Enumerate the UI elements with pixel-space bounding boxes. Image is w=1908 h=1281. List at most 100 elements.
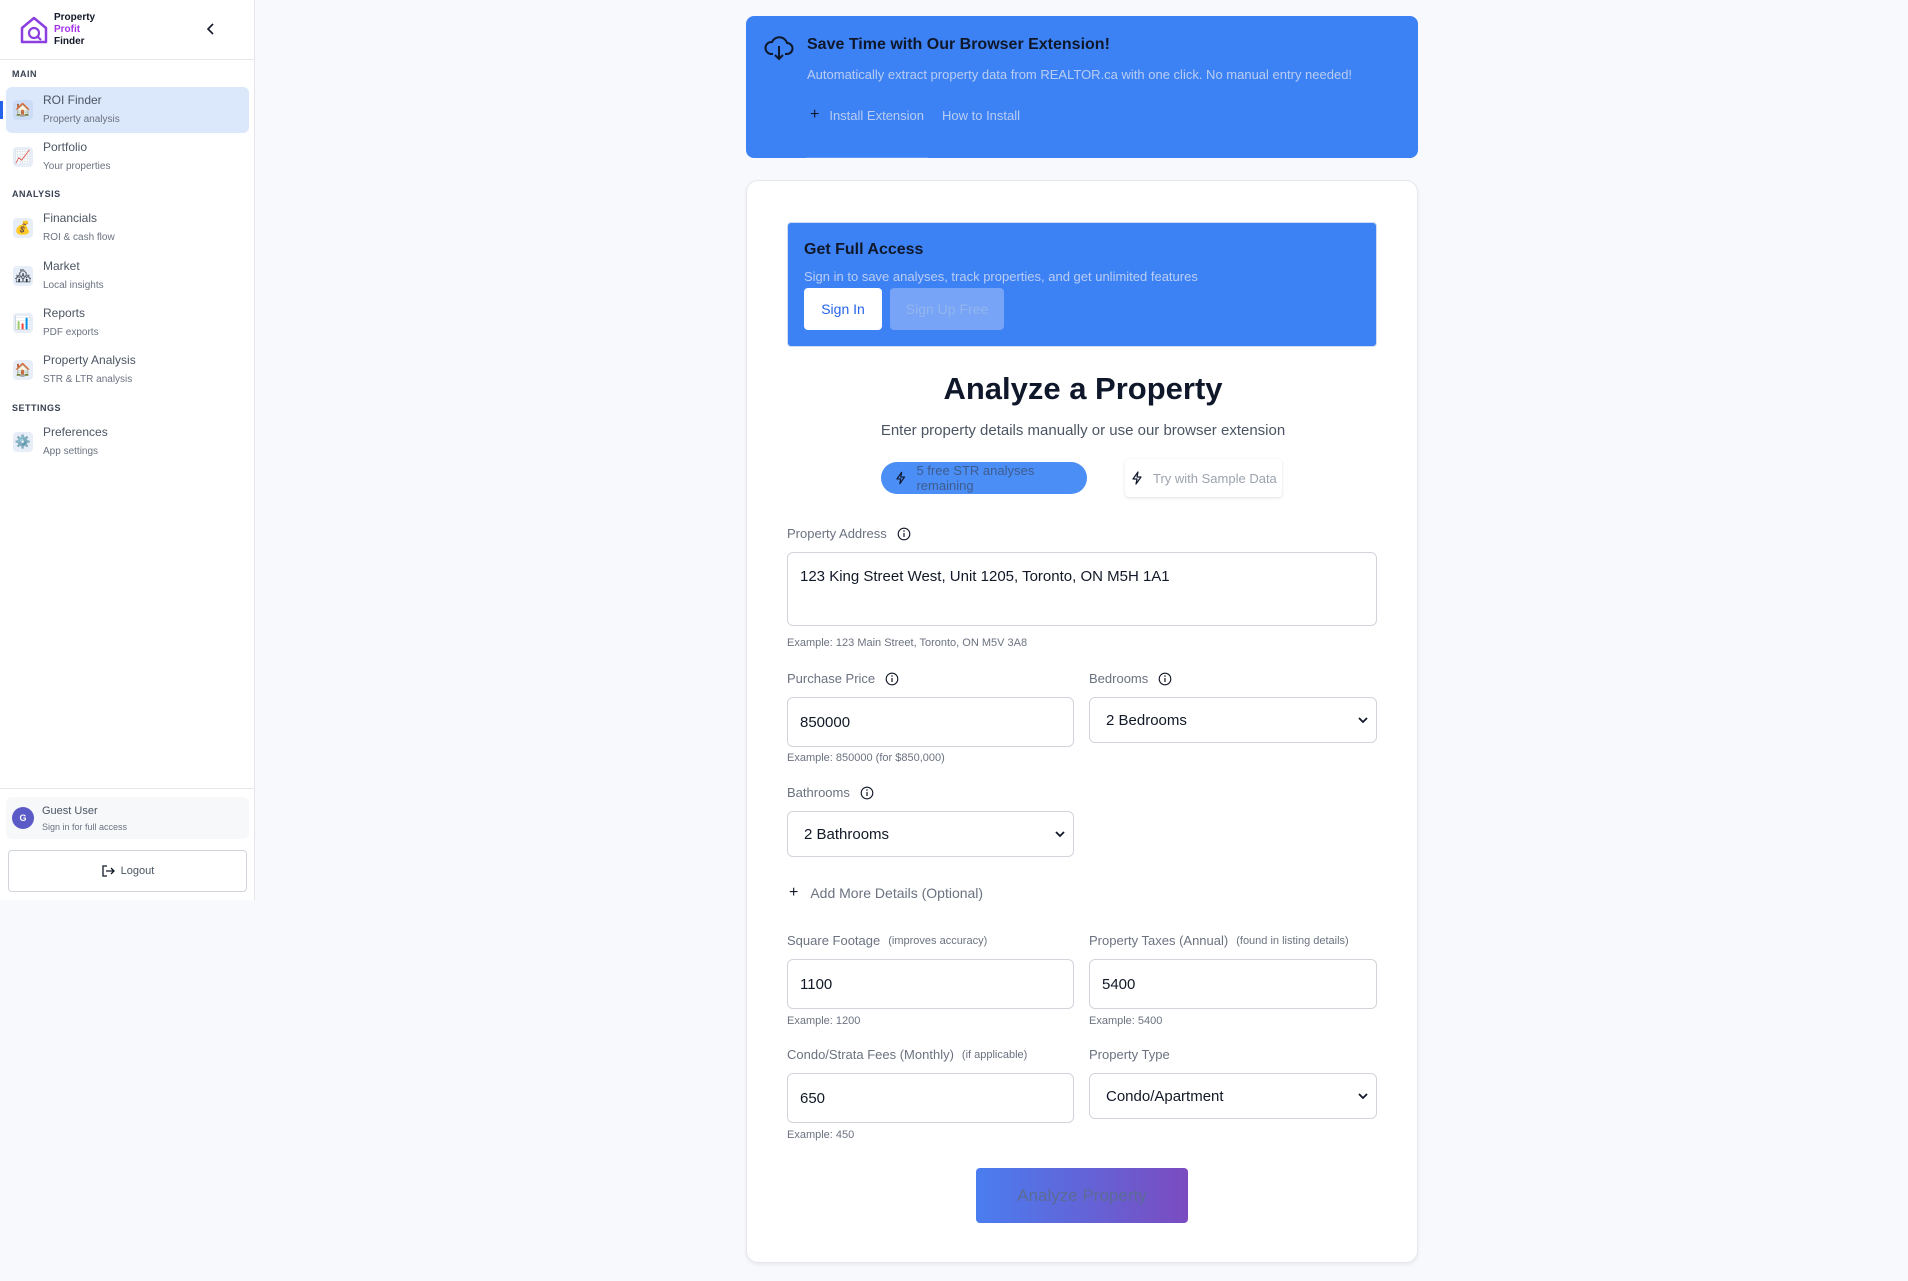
chevron-left-icon xyxy=(206,23,214,35)
property-type-select[interactable]: Condo/Apartment xyxy=(1089,1073,1377,1119)
divider xyxy=(0,788,254,789)
address-input[interactable]: 123 King Street West, Unit 1205, Toronto… xyxy=(787,552,1377,626)
bedrooms-label: Bedrooms xyxy=(1089,671,1172,686)
logo[interactable]: Property Profit Finder xyxy=(0,0,254,60)
sidebar-item-sub: Property analysis xyxy=(43,114,120,125)
sidebar-item-roi-finder[interactable]: 🏠 ROI Finder Property analysis xyxy=(6,87,249,133)
sidebar-item-label: Reports xyxy=(43,306,86,320)
sidebar-item-label: Preferences xyxy=(43,425,108,439)
taxes-label: Property Taxes (Annual) (found in listin… xyxy=(1089,933,1349,948)
free-analyses-badge: 5 free STR analyses remaining xyxy=(881,462,1087,494)
bathrooms-label: Bathrooms xyxy=(787,785,874,800)
price-example: Example: 850000 (for $850,000) xyxy=(787,752,945,764)
price-label: Purchase Price xyxy=(787,671,899,686)
sidebar: Property Profit Finder MAIN 🏠 ROI Finder… xyxy=(0,0,255,900)
sidebar-item-sub: App settings xyxy=(43,446,99,457)
square-footage-input[interactable]: 1100 xyxy=(787,959,1074,1009)
info-icon[interactable] xyxy=(1158,672,1172,686)
condo-fees-label-text: Condo/Strata Fees (Monthly) xyxy=(787,1047,954,1062)
collapse-sidebar-button[interactable] xyxy=(200,18,222,40)
analyze-card: Get Full Access Sign in to save analyses… xyxy=(746,180,1418,1263)
sidebar-item-preferences[interactable]: ⚙️ Preferences App settings xyxy=(6,419,249,465)
section-label-main: MAIN xyxy=(12,69,37,79)
cloud-download-icon xyxy=(764,36,794,61)
address-label-text: Property Address xyxy=(787,526,887,541)
chevron-down-icon xyxy=(1358,1093,1368,1100)
property-taxes-input[interactable]: 5400 xyxy=(1089,959,1377,1009)
logout-button[interactable]: Logout xyxy=(8,850,247,892)
plus-icon: + xyxy=(789,884,799,901)
full-access-box: Get Full Access Sign in to save analyses… xyxy=(787,222,1377,347)
bedrooms-select[interactable]: 2 Bedrooms xyxy=(1089,697,1377,743)
chevron-down-icon xyxy=(1358,717,1368,724)
try-sample-data-label: Try with Sample Data xyxy=(1153,470,1277,486)
user-card[interactable]: G Guest User Sign in for full access xyxy=(6,797,249,839)
install-extension-button[interactable]: + Install Extension xyxy=(806,106,929,158)
house-icon: 🏠 xyxy=(13,100,33,120)
sqft-example: Example: 1200 xyxy=(787,1015,861,1027)
sqft-label: Square Footage (improves accuracy) xyxy=(787,933,987,948)
sidebar-item-sub: Your properties xyxy=(43,161,111,172)
try-sample-data-button[interactable]: Try with Sample Data xyxy=(1125,459,1282,497)
condo-fees-label: Condo/Strata Fees (Monthly) (if applicab… xyxy=(787,1047,1027,1062)
sidebar-item-market[interactable]: 🏘 Market Local insights xyxy=(6,253,249,299)
free-analyses-label: 5 free STR analyses remaining xyxy=(916,463,1035,493)
condo-fees-input[interactable]: 650 xyxy=(787,1073,1074,1123)
user-name: Guest User xyxy=(42,804,98,817)
sidebar-item-sub: STR & LTR analysis xyxy=(43,374,133,385)
add-more-details-toggle[interactable]: + Add More Details (Optional) xyxy=(787,884,983,902)
bar-chart-icon: 📊 xyxy=(13,313,33,333)
sign-up-button[interactable]: Sign Up Free xyxy=(890,288,1004,330)
sqft-label-text: Square Footage xyxy=(787,933,881,948)
logout-icon xyxy=(102,865,115,877)
bedrooms-value: 2 Bedrooms xyxy=(1106,711,1187,729)
info-icon[interactable] xyxy=(897,527,911,541)
sqft-hint: (improves accuracy) xyxy=(888,934,988,947)
purchase-price-input[interactable]: 850000 xyxy=(787,697,1074,747)
active-indicator xyxy=(0,101,3,119)
property-type-label: Property Type xyxy=(1089,1047,1170,1062)
sidebar-item-label: Portfolio xyxy=(43,140,88,154)
add-more-details-label: Add More Details (Optional) xyxy=(810,885,984,901)
address-label: Property Address xyxy=(787,526,911,541)
section-label-analysis: ANALYSIS xyxy=(12,189,61,199)
sign-in-button[interactable]: Sign In xyxy=(804,288,882,330)
bathrooms-select[interactable]: 2 Bathrooms xyxy=(787,811,1074,857)
logo-line1: Property xyxy=(54,11,96,23)
chevron-down-icon xyxy=(1055,831,1065,838)
money-bag-icon: 💰 xyxy=(13,218,33,238)
logout-label: Logout xyxy=(120,865,155,877)
info-icon[interactable] xyxy=(885,672,899,686)
bedrooms-label-text: Bedrooms xyxy=(1089,671,1149,686)
sidebar-item-label: Property Analysis xyxy=(43,353,136,367)
sidebar-item-portfolio[interactable]: 📈 Portfolio Your properties xyxy=(6,134,249,180)
avatar: G xyxy=(12,807,34,829)
info-icon[interactable] xyxy=(860,786,874,800)
property-type-value: Condo/Apartment xyxy=(1106,1087,1224,1105)
property-type-label-text: Property Type xyxy=(1089,1047,1170,1062)
extension-banner: Save Time with Our Browser Extension! Au… xyxy=(746,16,1418,158)
sidebar-item-reports[interactable]: 📊 Reports PDF exports xyxy=(6,300,249,346)
full-access-description: Sign in to save analyses, track properti… xyxy=(804,269,1198,284)
page-title: Analyze a Property xyxy=(943,371,1223,406)
sidebar-item-financials[interactable]: 💰 Financials ROI & cash flow xyxy=(6,205,249,251)
install-extension-label: Install Extension xyxy=(829,108,925,123)
gear-icon: ⚙️ xyxy=(13,432,33,452)
bathrooms-value: 2 Bathrooms xyxy=(804,825,890,843)
bathrooms-label-text: Bathrooms xyxy=(787,785,850,800)
logo-line3: Finder xyxy=(54,35,85,47)
sidebar-item-label: Market xyxy=(43,259,80,273)
sidebar-item-sub: PDF exports xyxy=(43,327,99,338)
sidebar-item-label: ROI Finder xyxy=(43,93,102,107)
house-icon: 🏠 xyxy=(13,360,33,380)
price-label-text: Purchase Price xyxy=(787,671,876,686)
analyze-property-button[interactable]: Analyze Property xyxy=(976,1168,1188,1223)
plus-icon: + xyxy=(810,106,820,123)
houses-icon: 🏘 xyxy=(13,266,33,286)
sidebar-item-label: Financials xyxy=(43,211,98,225)
how-to-install-link[interactable]: How to Install xyxy=(942,108,1020,123)
page-subtitle: Enter property details manually or use o… xyxy=(880,422,1286,439)
lightning-icon xyxy=(1132,471,1142,485)
sidebar-item-property-analysis[interactable]: 🏠 Property Analysis STR & LTR analysis xyxy=(6,347,249,393)
logo-text: Property Profit Finder xyxy=(54,12,95,48)
